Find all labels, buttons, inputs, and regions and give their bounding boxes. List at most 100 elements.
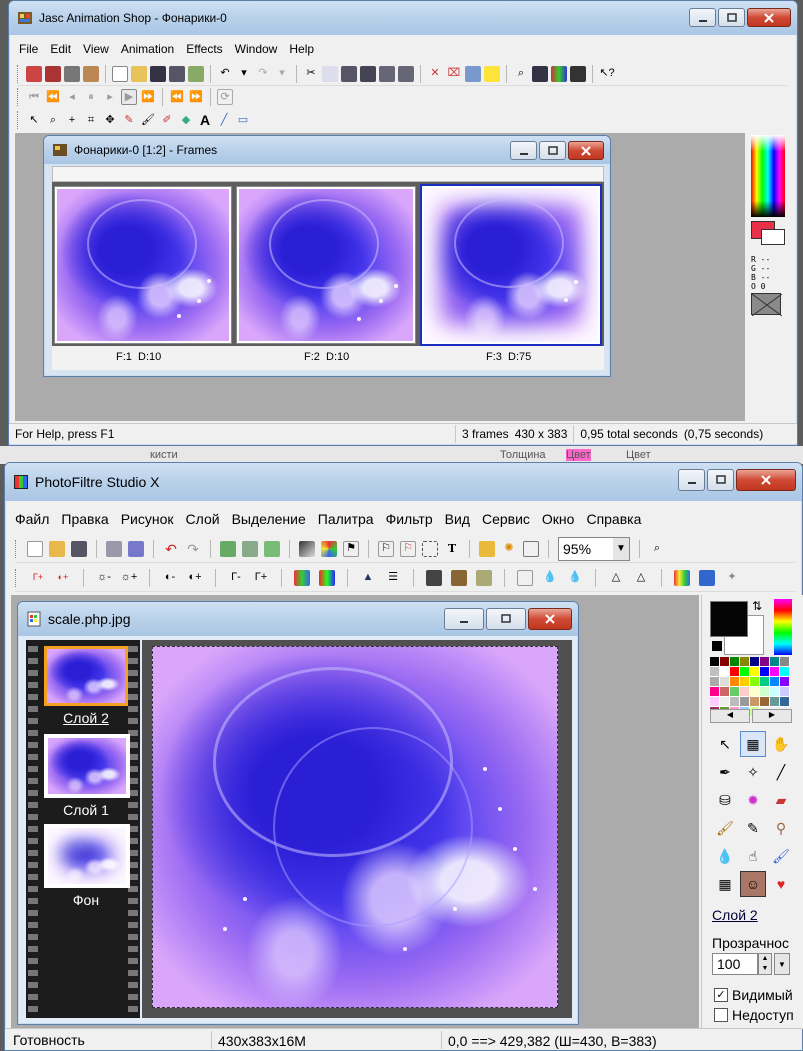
undo-icon[interactable]: ↶ — [217, 66, 233, 82]
window-icon[interactable] — [523, 540, 539, 557]
zoom-select[interactable]: 95% ▼ — [558, 536, 630, 561]
fill-tool-icon[interactable]: ◆ — [178, 112, 194, 128]
save-icon[interactable] — [150, 65, 166, 82]
brightness-minus-icon[interactable]: ☼- — [96, 570, 112, 586]
opacity-input[interactable]: 100 — [712, 953, 758, 975]
smudge-tool-icon[interactable]: ☝ — [740, 843, 766, 869]
delete-icon[interactable]: ✕ — [427, 66, 443, 82]
new-file-icon[interactable] — [27, 540, 43, 557]
print-icon[interactable] — [106, 540, 122, 557]
pf-menu-selection[interactable]: Выделение — [226, 511, 312, 527]
pf-minimize-button[interactable] — [678, 469, 705, 491]
open-folder-icon[interactable] — [49, 540, 65, 557]
palette-cell[interactable] — [710, 657, 720, 667]
prev-frame-icon[interactable]: ◂ — [64, 89, 80, 105]
play-icon[interactable]: ▶ — [121, 89, 137, 105]
brush-tool-icon[interactable]: 🖌 — [712, 815, 738, 841]
mask-icon[interactable]: ⚐ — [400, 540, 416, 557]
jasc-menu-edit[interactable]: Edit — [44, 42, 77, 56]
redo-dropdown-icon[interactable]: ▾ — [274, 66, 290, 82]
layer-item-2[interactable]: Слой 2 — [42, 644, 128, 730]
palette-cell[interactable] — [730, 677, 740, 687]
palette-cell[interactable] — [780, 687, 790, 697]
paste-image-icon[interactable] — [242, 540, 258, 557]
layer-name-link[interactable]: Слой 2 — [712, 907, 758, 923]
palette-cell[interactable] — [750, 677, 760, 687]
wizard-icon[interactable] — [83, 65, 99, 82]
redo-icon[interactable]: ↷ — [255, 66, 271, 82]
open-folder-icon[interactable] — [131, 65, 147, 82]
select-rect-icon[interactable] — [422, 540, 438, 557]
pf-close-button[interactable] — [736, 469, 796, 491]
gamma-plus-icon[interactable]: Γ+ — [253, 570, 269, 586]
pf-menu-tools[interactable]: Сервис — [476, 511, 536, 527]
jasc-menu-window[interactable]: Window — [229, 42, 284, 56]
palette-cell[interactable] — [760, 667, 770, 677]
visible-checkbox[interactable]: ✓ — [714, 988, 728, 1002]
undo-dropdown-icon[interactable]: ▾ — [236, 66, 252, 82]
color-bars-icon[interactable] — [551, 65, 567, 82]
monitor-icon[interactable] — [699, 569, 715, 586]
palette-cell[interactable] — [710, 677, 720, 687]
image-close-button[interactable] — [528, 608, 572, 630]
eraser-tool-icon[interactable]: ▰ — [768, 787, 794, 813]
mosaic-icon[interactable] — [426, 569, 442, 586]
palette-cell[interactable] — [760, 677, 770, 687]
scan-icon[interactable] — [128, 540, 144, 557]
cut-icon[interactable]: ✂ — [303, 66, 319, 82]
paste-new-icon[interactable] — [360, 65, 376, 82]
palette-cell[interactable] — [730, 657, 740, 667]
texture-icon[interactable] — [451, 569, 467, 586]
magic-wand-tool-icon[interactable]: ✧ — [740, 759, 766, 785]
move-tool-icon[interactable]: ✥ — [102, 112, 118, 128]
cone-blur-icon[interactable]: △ — [608, 570, 624, 586]
palette-cell[interactable] — [710, 687, 720, 697]
palette-cell[interactable] — [770, 687, 780, 697]
strawberry-tool-icon[interactable]: ♥ — [768, 871, 794, 897]
print-icon[interactable] — [188, 65, 204, 82]
palette-cell[interactable] — [720, 667, 730, 677]
palette-cell[interactable] — [770, 657, 780, 667]
cutout-icon[interactable]: ⚐ — [378, 540, 394, 557]
pf-titlebar[interactable]: PhotoFiltre Studio X — [5, 463, 802, 501]
stamp-icon[interactable]: ✦ — [724, 570, 740, 586]
text-icon[interactable]: T — [444, 541, 460, 557]
palette-cell[interactable] — [720, 657, 730, 667]
jasc-menu-effects[interactable]: Effects — [180, 42, 228, 56]
palette-cell[interactable] — [770, 697, 780, 707]
drop-sharpen-icon[interactable]: 💧 — [567, 570, 583, 586]
color-grid-icon[interactable] — [321, 540, 337, 557]
palette-cell[interactable] — [760, 697, 770, 707]
film-icon[interactable] — [570, 65, 586, 82]
paste-after-icon[interactable] — [398, 65, 414, 82]
paste-before-icon[interactable] — [379, 65, 395, 82]
palette-cell[interactable] — [740, 687, 750, 697]
jasc-menu-help[interactable]: Help — [283, 42, 320, 56]
brush-tool-icon[interactable]: 🖌 — [140, 112, 156, 128]
automate-icon[interactable]: ⚑ — [343, 540, 359, 557]
foreground-color-swatch-front[interactable] — [710, 601, 748, 637]
auto-contrast-icon[interactable]: ◐+ — [55, 570, 71, 586]
zoom-in-icon[interactable]: ⌕ — [649, 541, 665, 557]
plugin-icon[interactable]: ✺ — [501, 541, 517, 557]
levels-icon[interactable]: ▲ — [360, 570, 376, 586]
resize-icon[interactable] — [465, 65, 481, 82]
pattern-icon[interactable] — [476, 569, 492, 586]
palette-cell[interactable] — [710, 697, 720, 707]
selection-tool-icon[interactable]: ▦ — [740, 731, 766, 757]
help-pointer-icon[interactable]: ↖? — [599, 66, 615, 82]
palette-cell[interactable] — [710, 667, 720, 677]
pause-icon[interactable]: ⏸ — [83, 89, 99, 105]
crop-tool-icon[interactable]: ⌗ — [83, 112, 99, 128]
jasc-menu-file[interactable]: File — [13, 42, 44, 56]
layer-item-background[interactable]: Фон — [42, 824, 130, 910]
palette-cell[interactable] — [770, 667, 780, 677]
palette-cell[interactable] — [780, 697, 790, 707]
portrait-tool-icon[interactable]: ☺ — [740, 871, 766, 897]
save-icon[interactable] — [71, 540, 87, 557]
step-forward-icon[interactable]: ⏩ — [188, 89, 204, 105]
rgb-icon[interactable] — [674, 569, 690, 586]
undo-icon[interactable]: ↶ — [163, 541, 179, 557]
palette-cell[interactable] — [740, 657, 750, 667]
frames-close-button[interactable] — [568, 141, 604, 160]
